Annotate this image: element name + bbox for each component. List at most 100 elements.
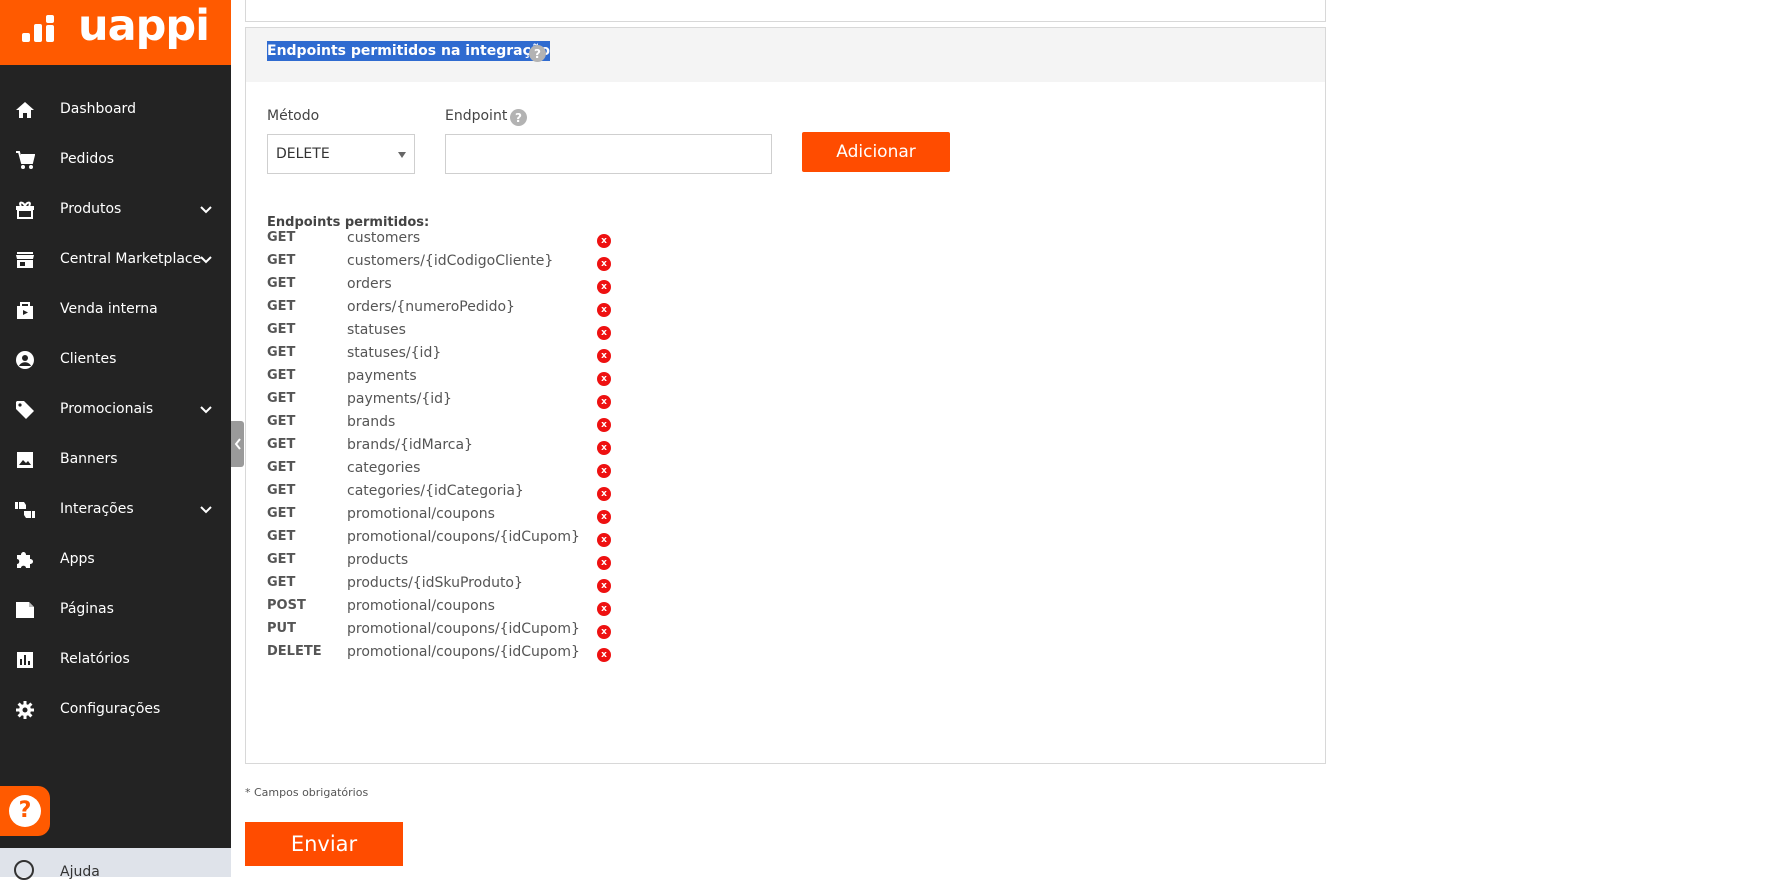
sidebar-item-central-marketplace[interactable]: Central Marketplace (0, 235, 231, 285)
remove-endpoint-icon[interactable]: x (597, 487, 611, 501)
endpoint-method: PUT (267, 621, 296, 636)
endpoint-method: GET (267, 529, 296, 544)
endpoint-method: GET (267, 506, 296, 521)
puzzle-icon (14, 550, 36, 570)
endpoint-path: promotional/coupons/{idCupom} (347, 529, 580, 545)
remove-endpoint-icon[interactable]: x (597, 533, 611, 547)
endpoint-path: categories (347, 460, 421, 476)
sidebar-item-produtos[interactable]: Produtos (0, 185, 231, 235)
sidebar-item-label: Produtos (60, 201, 122, 217)
endpoint-path: payments/{id} (347, 391, 452, 407)
endpoint-method: DELETE (267, 644, 322, 659)
endpoint-row: GET brands x (267, 412, 627, 434)
endpoint-method: GET (267, 437, 296, 452)
endpoint-label: Endpoint (445, 108, 508, 124)
chevron-down-icon[interactable] (198, 502, 214, 518)
endpoint-row: POST promotional/coupons x (267, 596, 627, 618)
endpoint-path: promotional/coupons/{idCupom} (347, 644, 580, 660)
remove-endpoint-icon[interactable]: x (597, 556, 611, 570)
endpoint-path: customers/{idCodigoCliente} (347, 253, 554, 269)
bar-chart-icon (14, 650, 36, 670)
caret-down-icon (398, 152, 406, 158)
endpoint-input[interactable] (445, 134, 772, 174)
remove-endpoint-icon[interactable]: x (597, 602, 611, 616)
shopping-bag-icon (14, 300, 36, 320)
sidebar-item-apps[interactable]: Apps (0, 535, 231, 585)
help-icon[interactable]: ? (529, 45, 546, 62)
sidebar-item-label: Central Marketplace (60, 251, 202, 267)
sidebar-item-label: Relatórios (60, 651, 130, 667)
endpoint-path: payments (347, 368, 417, 384)
sidebar: uappi Dashboard Pedidos Produtos Central Ma… (0, 0, 231, 880)
sidebar-item-relatorios[interactable]: Relatórios (0, 635, 231, 685)
home-icon (14, 100, 36, 120)
brand-logo[interactable]: uappi (0, 0, 231, 65)
endpoint-path: products (347, 552, 409, 568)
endpoint-method: GET (267, 552, 296, 567)
submit-button[interactable]: Enviar (245, 822, 403, 866)
remove-endpoint-icon[interactable]: x (597, 395, 611, 409)
sidebar-item-interacoes[interactable]: Interações (0, 485, 231, 535)
required-fields-note: * Campos obrigatórios (245, 786, 369, 799)
store-icon (14, 250, 36, 270)
chevron-down-icon[interactable] (198, 252, 214, 268)
remove-endpoint-icon[interactable]: x (597, 303, 611, 317)
endpoint-method: GET (267, 253, 296, 268)
tag-icon (14, 400, 36, 420)
sidebar-item-banners[interactable]: Banners (0, 435, 231, 485)
endpoint-path: promotional/coupons/{idCupom} (347, 621, 580, 637)
endpoint-row: GET payments x (267, 366, 627, 388)
remove-endpoint-icon[interactable]: x (597, 234, 611, 248)
endpoint-method: GET (267, 483, 296, 498)
sidebar-item-label: Configurações (60, 701, 161, 717)
remove-endpoint-icon[interactable]: x (597, 625, 611, 639)
sidebar-item-configuracoes[interactable]: Configurações (0, 685, 231, 735)
remove-endpoint-icon[interactable]: x (597, 418, 611, 432)
endpoint-path: statuses (347, 322, 406, 338)
remove-endpoint-icon[interactable]: x (597, 326, 611, 340)
chevron-left-icon (234, 438, 241, 450)
remove-endpoint-icon[interactable]: x (597, 579, 611, 593)
sidebar-item-ajuda[interactable]: Ajuda (0, 848, 231, 880)
endpoint-method: GET (267, 299, 296, 314)
gear-icon (14, 700, 36, 720)
sidebar-collapse-toggle[interactable] (231, 421, 244, 467)
sidebar-item-label: Interações (60, 501, 134, 517)
chevron-down-icon[interactable] (198, 202, 214, 218)
endpoint-row: GET promotional/coupons x (267, 504, 627, 526)
sidebar-item-clientes[interactable]: Clientes (0, 335, 231, 385)
endpoint-row: GET promotional/coupons/{idCupom} x (267, 527, 627, 549)
endpoints-card: Endpoints permitidos na integração ? Mét… (245, 27, 1326, 764)
endpoint-row: PUT promotional/coupons/{idCupom} x (267, 619, 627, 641)
help-chat-button[interactable]: ? (0, 786, 50, 836)
endpoint-method: GET (267, 368, 296, 383)
add-endpoint-button[interactable]: Adicionar (802, 132, 950, 172)
chevron-down-icon[interactable] (198, 402, 214, 418)
sidebar-item-dashboard[interactable]: Dashboard (0, 85, 231, 135)
sidebar-item-label: Banners (60, 451, 118, 467)
remove-endpoint-icon[interactable]: x (597, 349, 611, 363)
endpoint-row: GET payments/{id} x (267, 389, 627, 411)
remove-endpoint-icon[interactable]: x (597, 257, 611, 271)
endpoint-path: customers (347, 230, 421, 246)
sidebar-item-label: Clientes (60, 351, 117, 367)
card-title: Endpoints permitidos na integração (267, 41, 550, 61)
sidebar-item-promocionais[interactable]: Promocionais (0, 385, 231, 435)
remove-endpoint-icon[interactable]: x (597, 648, 611, 662)
user-circle-icon (14, 350, 36, 370)
sidebar-item-pedidos[interactable]: Pedidos (0, 135, 231, 185)
remove-endpoint-icon[interactable]: x (597, 372, 611, 386)
endpoint-method: GET (267, 276, 296, 291)
sidebar-item-venda-interna[interactable]: Venda interna (0, 285, 231, 335)
remove-endpoint-icon[interactable]: x (597, 441, 611, 455)
endpoint-help-icon[interactable]: ? (510, 109, 527, 126)
sidebar-item-label: Ajuda (60, 864, 100, 880)
remove-endpoint-icon[interactable]: x (597, 280, 611, 294)
method-select[interactable]: DELETE (267, 134, 415, 174)
remove-endpoint-icon[interactable]: x (597, 464, 611, 478)
endpoint-row: GET statuses x (267, 320, 627, 342)
endpoint-method: GET (267, 230, 296, 245)
remove-endpoint-icon[interactable]: x (597, 510, 611, 524)
sidebar-item-paginas[interactable]: Páginas (0, 585, 231, 635)
endpoint-path: orders/{numeroPedido} (347, 299, 515, 315)
